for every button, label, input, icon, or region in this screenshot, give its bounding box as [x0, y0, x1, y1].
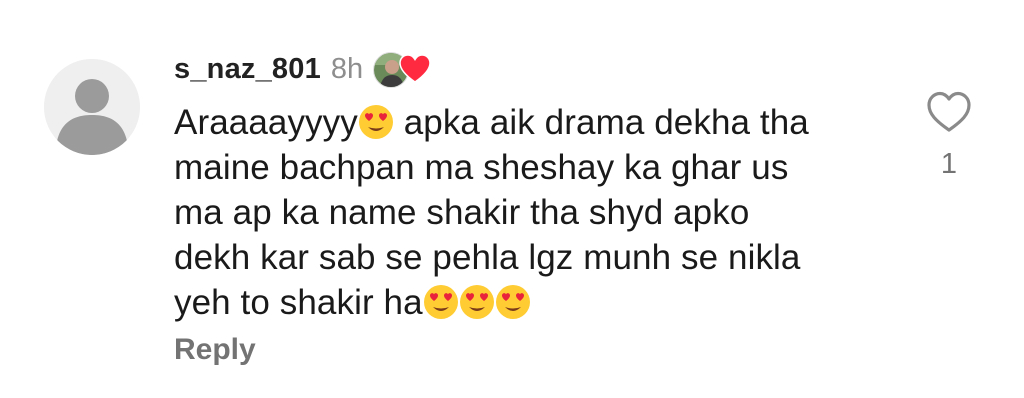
red-heart-icon: [399, 54, 431, 84]
username-link[interactable]: s_naz_801: [174, 53, 321, 86]
comment-text: Araaaayyyy apka aik drama dekha tha main…: [174, 100, 894, 325]
like-count: 1: [940, 148, 958, 180]
heart-eyes-emoji-icon: [459, 285, 494, 319]
reply-button[interactable]: Reply: [174, 333, 256, 367]
like-button[interactable]: [926, 90, 972, 134]
heart-eyes-emoji-icon: [495, 285, 530, 319]
comment-body: s_naz_801 8h Araaaayyyy apka aik drama d…: [174, 48, 894, 325]
creator-liked-badge: [373, 48, 435, 90]
comment: s_naz_801 8h Araaaayyyy apka aik drama d…: [0, 0, 1024, 398]
default-user-icon[interactable]: [44, 59, 140, 155]
heart-eyes-emoji-icon: [358, 105, 393, 139]
comment-text-part-1: Araaaayyyy: [174, 103, 358, 142]
timestamp: 8h: [330, 52, 364, 85]
heart-outline-icon: [927, 91, 971, 132]
comment-meta: s_naz_801 8h: [174, 48, 894, 90]
heart-eyes-emoji-icon: [423, 285, 458, 319]
